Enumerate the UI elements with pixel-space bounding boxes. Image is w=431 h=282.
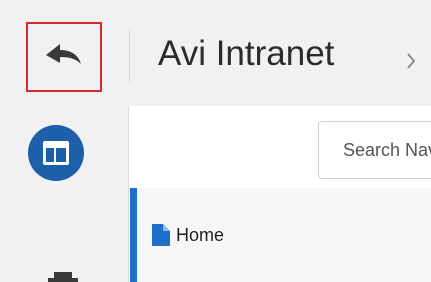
nav-item-home[interactable]: Home bbox=[152, 220, 224, 250]
nav-item-label: Home bbox=[176, 225, 225, 245]
app-window: Avi Intranet Home bbox=[0, 0, 431, 282]
header-divider bbox=[129, 30, 130, 82]
back-arrow-icon bbox=[46, 44, 81, 64]
page-icon bbox=[152, 224, 170, 246]
search-input[interactable] bbox=[318, 121, 431, 179]
app-launcher-button[interactable] bbox=[28, 125, 84, 181]
chevron-right-icon[interactable] bbox=[406, 53, 416, 69]
back-button[interactable] bbox=[26, 22, 102, 92]
page-title: Avi Intranet bbox=[158, 34, 335, 73]
rail-divider bbox=[128, 106, 129, 282]
active-indicator bbox=[130, 188, 137, 282]
tools-icon[interactable] bbox=[48, 270, 78, 282]
app-grid-icon bbox=[43, 141, 69, 165]
